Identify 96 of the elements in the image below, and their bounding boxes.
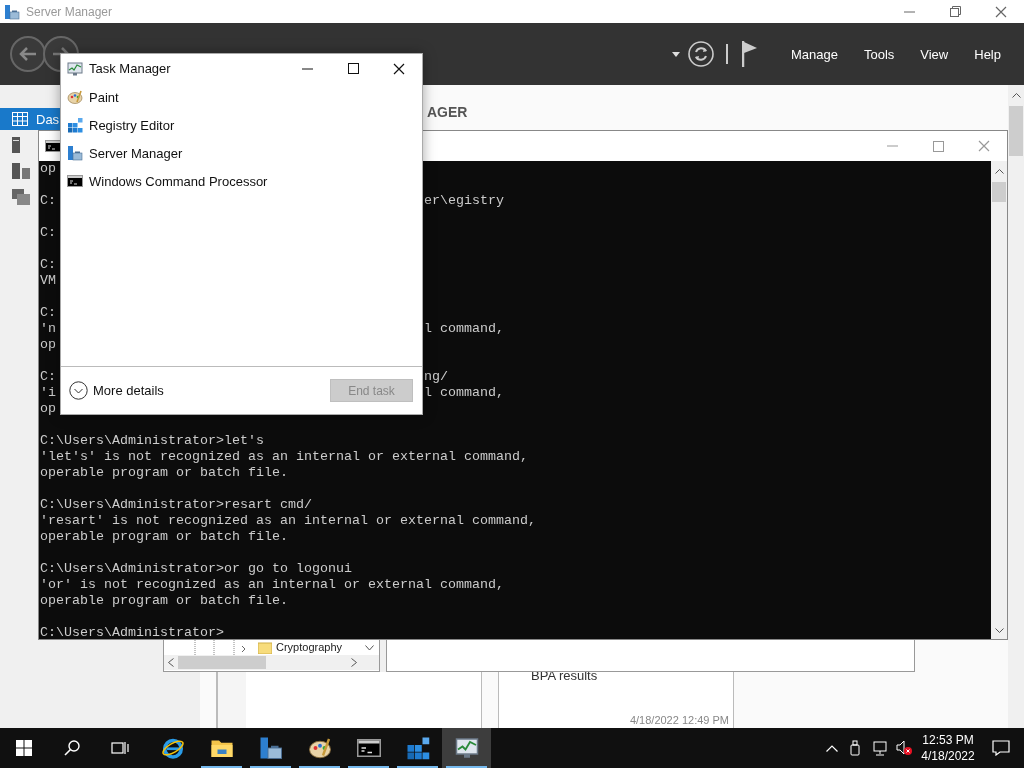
usb-icon[interactable] [850,740,860,756]
monitor-icon [454,736,479,760]
timestamp: 4/18/2022 12:49 PM [629,714,729,726]
console-line: C:\Users\Administrator>resart cmd/ [40,497,312,513]
taskbar-app[interactable] [442,728,491,768]
minimize-icon [886,145,898,147]
chevron-circle-icon [69,381,88,400]
server-icon [67,145,83,161]
console-icon [45,140,61,152]
console-line: 'or' is not recognized as an internal or external command, [40,577,504,593]
search-icon [64,740,80,756]
cubes-icon [67,117,83,133]
console-line: 'let's' is not recognized as an internal or external command, [40,449,528,465]
menu-item[interactable]: Help [961,39,1014,69]
app-name[interactable]: Server Manager [89,145,183,161]
scrollbar-thumb[interactable] [992,182,1006,202]
console-line: C:\Users\Administrator>let's [40,433,264,449]
sidebar-item[interactable]: Das [0,108,60,130]
window-title: Server Manager [26,4,113,19]
console-line: l command, [423,321,504,337]
chevron-up-icon [994,169,1004,174]
menu-item[interactable]: View [907,39,962,69]
tree-item[interactable]: Cryptography [276,642,343,653]
console-line: C: [40,305,56,321]
servers-icon [12,163,30,179]
console-line: op [40,161,56,177]
clock[interactable]: 12:53 PM 4/18/2022 [912,732,984,764]
scrollbar[interactable] [991,161,1007,639]
dashboard-icon [12,112,28,126]
menu-item[interactable]: Manage [777,39,851,69]
file-services-icon [12,189,30,205]
console-line: op [40,337,56,353]
arrow-left-icon [19,47,37,61]
flag-icon[interactable] [741,41,758,67]
window-title: Task Manager [89,61,171,76]
console-line: er\egistry [423,193,504,209]
server-icon [12,137,20,153]
console-icon [67,175,83,187]
separator-icon [725,44,728,64]
console-line: operable program or batch file. [40,593,288,609]
console-line: 'n [40,321,56,337]
palette-icon [307,736,332,760]
console-line: l command, [423,385,504,401]
restore-icon [949,6,961,17]
console-line: C: [40,369,56,385]
horizontal-scrollbar[interactable] [164,655,379,670]
console-line: C: [40,257,56,273]
browser-icon [160,736,185,760]
console-line: op [40,401,56,417]
chevron-up-icon[interactable] [826,744,838,752]
close-icon [978,140,990,152]
console-line: 'i [40,385,56,401]
close-icon [995,5,1007,18]
scrollbar-thumb[interactable] [1009,106,1023,156]
minimize-icon [301,67,313,70]
console-icon [356,739,381,757]
maximize-icon [347,63,359,74]
task-view-icon [111,740,129,756]
console-line: VM [40,273,56,289]
menu-item[interactable]: Tools [850,39,908,69]
app-name[interactable]: Windows Command Processor [89,173,268,189]
console-line: C: [40,225,56,241]
console-line: C:\Users\Administrator> [40,625,224,641]
notification-icon[interactable] [992,740,1010,756]
caret-icon[interactable] [671,51,680,57]
more-details-button[interactable]: More details [69,381,164,400]
back-button[interactable] [10,36,46,72]
close-icon [393,62,405,75]
palette-icon [67,89,83,105]
speaker-muted-icon[interactable] [896,740,912,756]
section-heading: AGER [426,104,469,120]
chevron-left-icon [168,658,174,667]
console-line: operable program or batch file. [40,529,288,545]
cubes-icon [405,736,430,760]
console-line: ng/ [423,369,448,385]
maximize-icon [932,140,944,152]
chevron-down-icon [994,628,1004,633]
chevron-up-icon [1011,93,1021,98]
console-line: C:\Users\Administrator>or go to logonui [40,561,352,577]
minimize-icon [903,10,915,13]
app-name[interactable]: Paint [89,89,119,105]
windows-icon [16,740,32,756]
server-icon [4,3,20,20]
scrollbar[interactable] [1008,85,1024,728]
chevron-right-icon [351,658,357,667]
console-line: 'resart' is not recognized as an internal or external command, [40,513,536,529]
monitor-icon [67,60,83,77]
clock-time: 12:53 PM [922,732,974,748]
console-line: C: [40,193,56,209]
console-line: operable program or batch file. [40,465,288,481]
refresh-icon[interactable] [687,41,714,67]
clock-date: 4/18/2022 [921,748,975,764]
network-icon[interactable] [872,740,888,756]
server-icon [258,736,283,760]
chevron-down-icon[interactable] [365,644,374,651]
app-name[interactable]: Registry Editor [89,117,175,133]
